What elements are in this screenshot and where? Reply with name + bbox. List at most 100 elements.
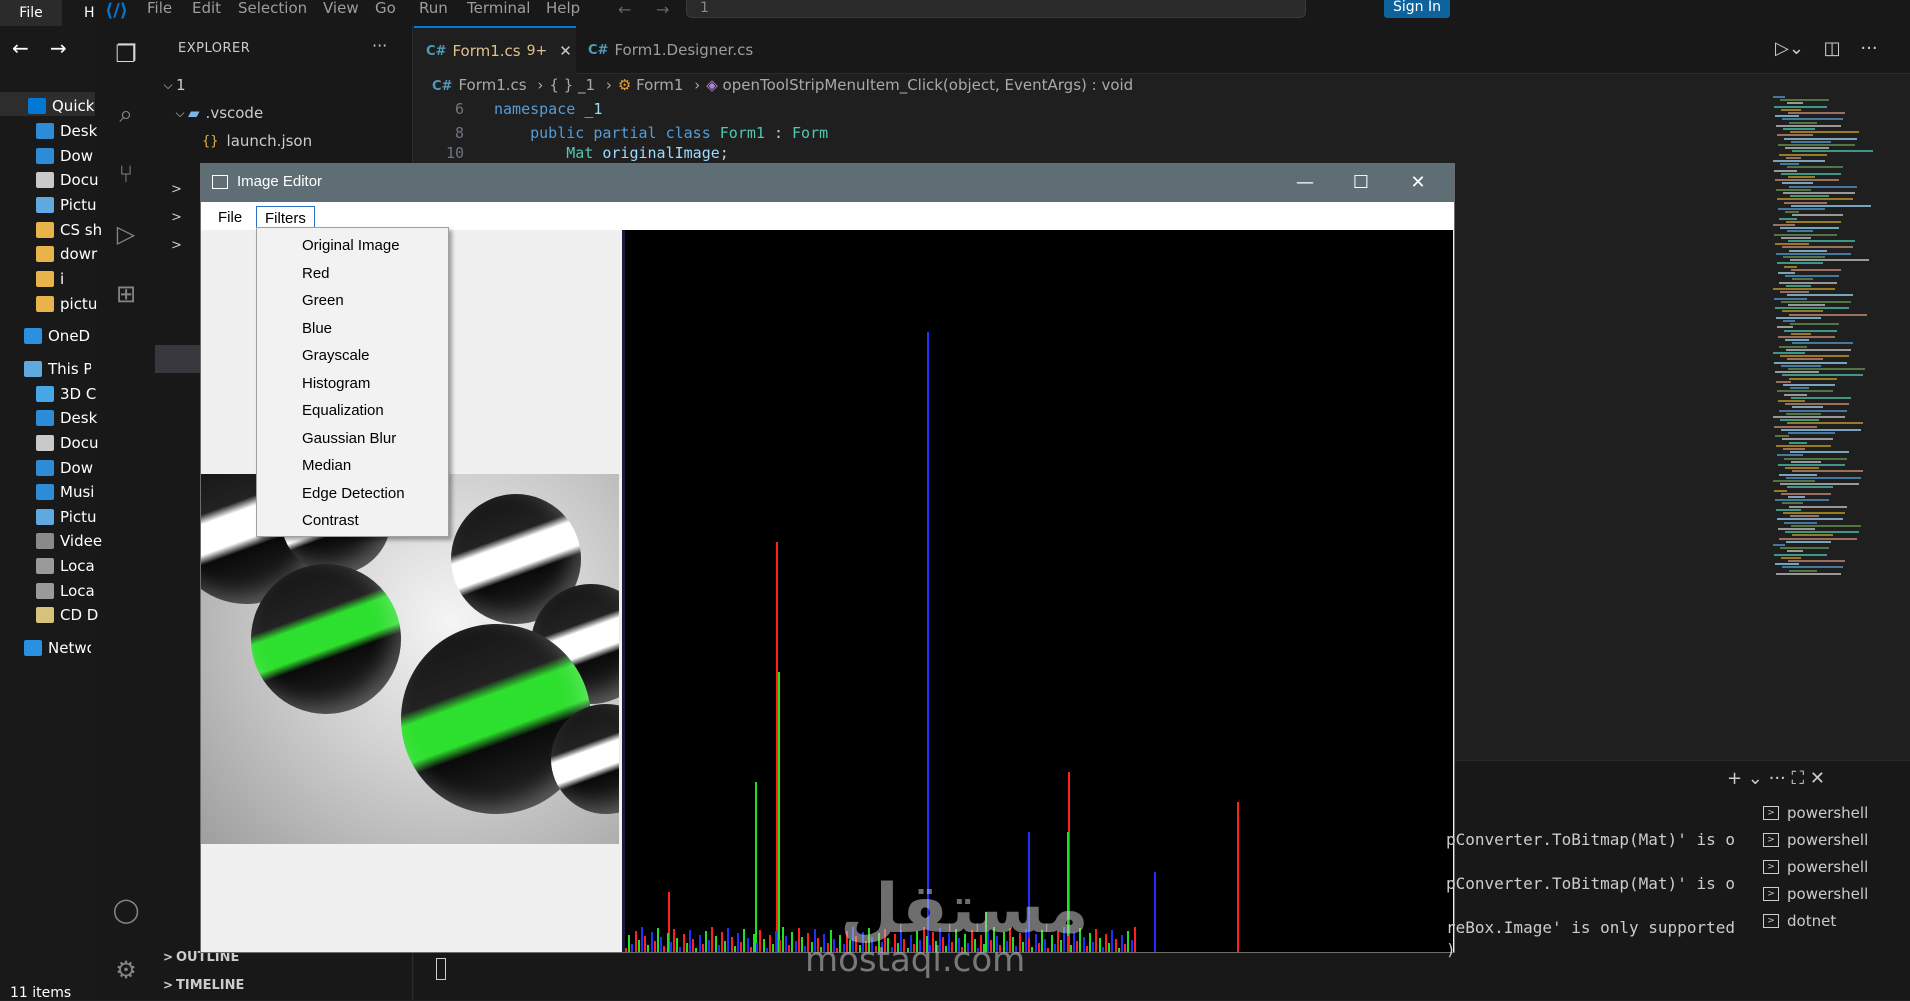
selected-tree-row[interactable]	[155, 345, 205, 373]
chevron-right-icon[interactable]: >	[171, 182, 182, 197]
breadcrumb-class[interactable]: Form1	[636, 76, 683, 94]
filter-menu-item[interactable]: Median	[258, 452, 447, 479]
nav-pane-item[interactable]: i	[36, 265, 103, 293]
minimap-line	[1780, 419, 1819, 422]
more-icon[interactable]: ···	[1860, 38, 1877, 59]
nav-pane-item[interactable]: Pictu	[36, 191, 103, 219]
nav-pane-item[interactable]: dowr	[36, 240, 103, 268]
settings-gear-icon[interactable]: ⚙	[112, 956, 140, 984]
histogram-bar	[637, 940, 640, 952]
nav-pane-item[interactable]: Desk	[36, 404, 103, 432]
sign-in-button[interactable]: Sign In	[1384, 0, 1450, 18]
minimap-line	[1774, 553, 1827, 556]
filter-menu-item[interactable]: Red	[258, 260, 447, 287]
filter-menu-item[interactable]: Equalization	[258, 397, 447, 424]
back-icon[interactable]: ←	[618, 0, 631, 19]
timeline-section[interactable]: > TIMELINE	[160, 978, 244, 993]
terminal-instance[interactable]: > dotnet	[1763, 908, 1836, 934]
forward-icon[interactable]: →	[656, 0, 669, 19]
breadcrumb-method[interactable]: openToolStripMenuItem_Click(object, Even…	[723, 76, 1134, 94]
filter-menu-item[interactable]: Contrast	[258, 507, 447, 534]
menu-item-view[interactable]: View	[323, 0, 359, 16]
code-editor[interactable]: 6 namespace _1 8 public partial class Form…	[414, 96, 1764, 162]
minimap-line	[1782, 118, 1843, 121]
source-control-icon[interactable]: ⑂	[112, 160, 140, 188]
nav-pane-item[interactable]: Desk	[36, 117, 103, 145]
nav-pane-item[interactable]: CD D	[36, 601, 103, 629]
home-menu-tab[interactable]: H	[84, 0, 95, 26]
image-editor-titlebar[interactable]: Image Editor — ☐ ✕	[201, 164, 1454, 202]
account-icon[interactable]: ◯	[112, 896, 140, 924]
minimap-line	[1790, 131, 1859, 134]
close-tab-icon[interactable]: ✕	[559, 42, 572, 60]
tree-vscode-folder[interactable]: ⌵ ▰ .vscode	[172, 100, 263, 126]
terminal-actions[interactable]: + ⌄ ··· ⛶ ✕	[1727, 768, 1825, 789]
explorer-files-icon[interactable]: ❐	[112, 40, 140, 68]
split-editor-icon[interactable]: ◫	[1824, 38, 1841, 59]
nav-pane-item[interactable]: Musi	[36, 478, 103, 506]
tree-root-folder[interactable]: ⌵ 1	[160, 72, 185, 98]
code-token: namespace	[494, 100, 576, 118]
menu-item-edit[interactable]: Edit	[192, 0, 221, 16]
back-arrow-icon[interactable]: ←	[12, 36, 29, 60]
nav-pane-item[interactable]: Netwo	[24, 634, 91, 662]
breadcrumb-file[interactable]: Form1.cs	[458, 76, 526, 94]
filter-menu-item[interactable]: Grayscale	[258, 342, 447, 369]
maximize-button[interactable]: ☐	[1346, 170, 1376, 196]
command-center[interactable]	[686, 0, 1306, 18]
minimap-line	[1779, 473, 1817, 476]
menu-item-terminal[interactable]: Terminal	[467, 0, 530, 16]
filter-menu-item[interactable]: Green	[258, 287, 447, 314]
terminal-instance[interactable]: > powershell	[1763, 827, 1868, 853]
run-debug-icon[interactable]: ▷	[112, 220, 140, 248]
minimap-line	[1774, 425, 1817, 428]
chevron-right-icon[interactable]: >	[171, 238, 182, 253]
extensions-icon[interactable]: ⊞	[112, 280, 140, 308]
filter-menu-item[interactable]: Gaussian Blur	[258, 425, 447, 452]
run-icon[interactable]: ▷⌄	[1775, 38, 1804, 59]
filter-menu-item[interactable]: Blue	[258, 315, 447, 342]
histogram-bar	[1117, 948, 1120, 952]
nav-pane-item[interactable]: Docu	[36, 429, 103, 457]
breadcrumb-namespace[interactable]: { } _1	[549, 76, 595, 94]
filter-menu-item[interactable]: Edge Detection	[258, 480, 447, 507]
menu-item-run[interactable]: Run	[419, 0, 448, 16]
nav-pane-item[interactable]: pictu	[36, 290, 103, 318]
terminal-instance[interactable]: > powershell	[1763, 881, 1868, 907]
overview-ruler[interactable]	[1890, 96, 1910, 796]
nav-pane-item[interactable]: This PC	[24, 355, 91, 383]
minimap-line	[1774, 489, 1787, 492]
folder-icon	[36, 271, 54, 287]
minimize-button[interactable]: —	[1290, 170, 1320, 196]
nav-pane-item[interactable]: Quick	[28, 92, 95, 120]
tab-form1-designer[interactable]: C# Form1.Designer.cs	[576, 26, 753, 74]
close-window-button[interactable]: ✕	[1403, 170, 1433, 196]
terminal-instance[interactable]: > powershell	[1763, 800, 1868, 826]
search-icon[interactable]: ⌕	[112, 100, 140, 128]
tab-form1-cs[interactable]: C# Form1.cs 9+ ✕	[414, 26, 576, 74]
minimap[interactable]	[1765, 96, 1885, 576]
nav-pane-item[interactable]: Videe	[36, 527, 103, 555]
more-actions-icon[interactable]: ···	[372, 36, 387, 55]
menu-item-help[interactable]: Help	[546, 0, 580, 16]
chevron-right-icon[interactable]: >	[171, 210, 182, 225]
menu-item-file[interactable]: File	[147, 0, 172, 16]
code-line[interactable]: 6 namespace _1	[414, 100, 602, 124]
nav-pane-item[interactable]: Docu	[36, 166, 103, 194]
file-menu-tab[interactable]: File	[0, 0, 62, 26]
histogram-bar	[1124, 944, 1127, 952]
terminal-instance[interactable]: > powershell	[1763, 854, 1868, 880]
minimap-line	[1774, 169, 1797, 172]
tree-launch-json[interactable]: {} launch.json	[202, 128, 312, 154]
file-menu[interactable]: File	[210, 206, 250, 230]
filter-menu-item[interactable]: Histogram	[258, 370, 447, 397]
nav-pane-item[interactable]: OneDr	[24, 322, 91, 350]
filter-menu-item[interactable]: Original Image	[258, 232, 447, 259]
code-token: ;	[719, 144, 729, 162]
forward-arrow-icon[interactable]: →	[50, 36, 67, 60]
nav-pane-item[interactable]: Loca	[36, 552, 103, 580]
nav-pane-item-label: i	[60, 270, 65, 288]
menu-item-go[interactable]: Go	[375, 0, 396, 16]
menu-item-selection[interactable]: Selection	[238, 0, 307, 16]
